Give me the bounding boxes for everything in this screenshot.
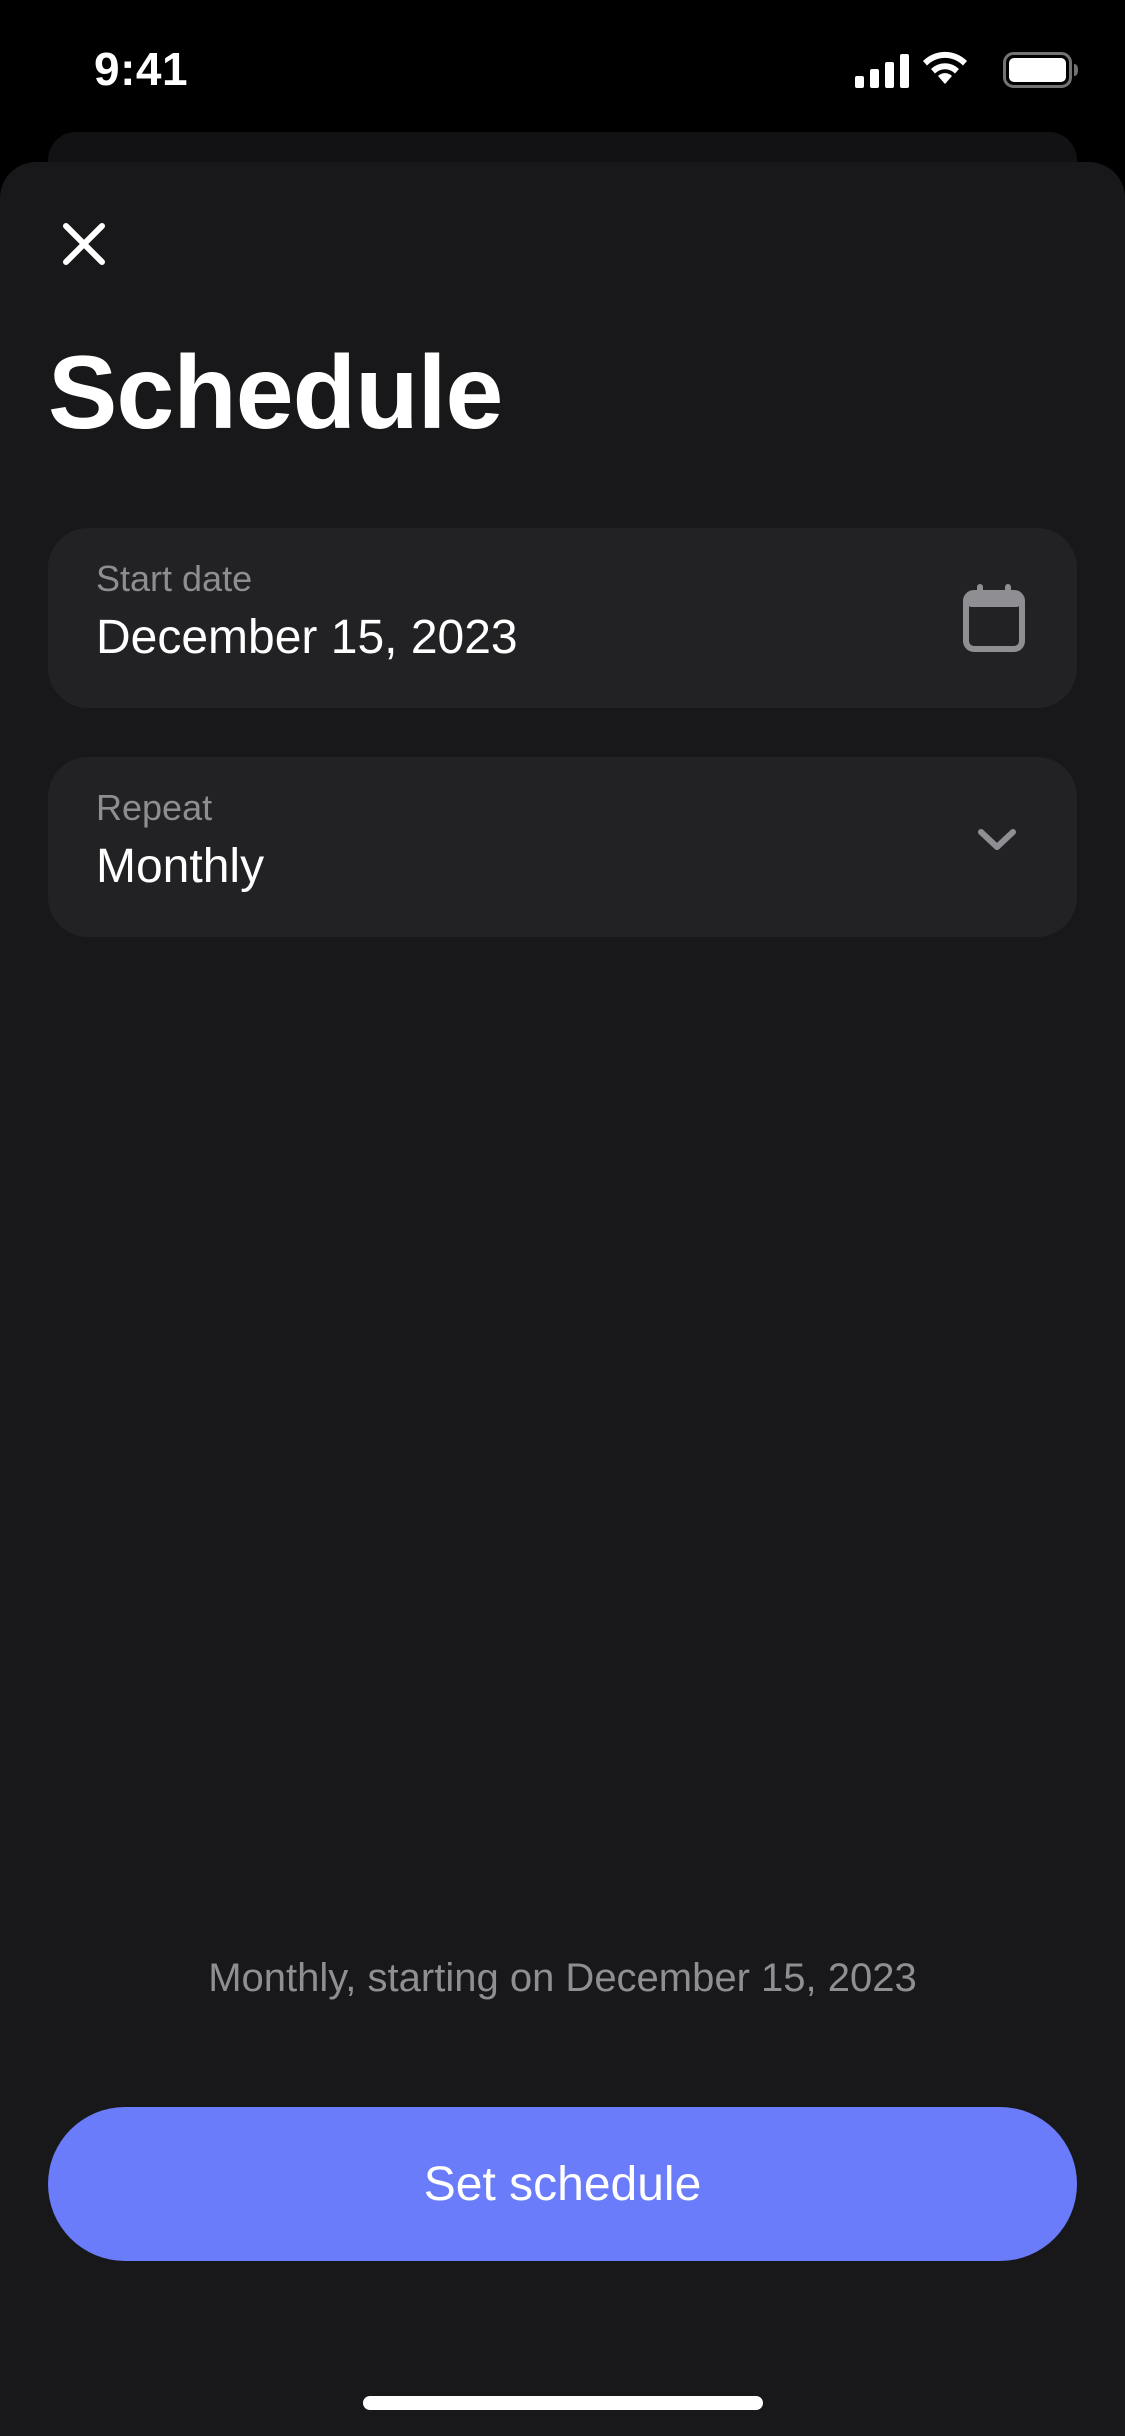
cellular-signal-icon (855, 54, 909, 88)
wifi-icon (923, 51, 967, 84)
start-date-value: December 15, 2023 (96, 611, 518, 664)
schedule-summary: Monthly, starting on December 15, 2023 (208, 1956, 917, 2000)
set-schedule-label: Set schedule (423, 2157, 702, 2211)
status-bar: 9:41 (0, 0, 1125, 132)
close-icon (63, 223, 105, 265)
home-indicator[interactable] (363, 2396, 763, 2410)
calendar-icon[interactable] (963, 584, 1025, 652)
repeat-value: Monthly (96, 840, 265, 893)
battery-icon (1003, 52, 1078, 88)
status-time: 9:41 (94, 43, 189, 95)
close-button[interactable] (48, 208, 120, 280)
set-schedule-button[interactable]: Set schedule (48, 2107, 1077, 2261)
repeat-label: Repeat (96, 787, 213, 828)
chevron-down-icon[interactable] (977, 827, 1017, 853)
status-icons (819, 48, 1079, 88)
start-date-label: Start date (96, 558, 253, 599)
page-title: Schedule (48, 335, 503, 451)
start-date-field[interactable]: Start date December 15, 2023 (48, 528, 1077, 708)
schedule-sheet (0, 162, 1125, 2436)
repeat-field[interactable]: Repeat Monthly (48, 757, 1077, 937)
